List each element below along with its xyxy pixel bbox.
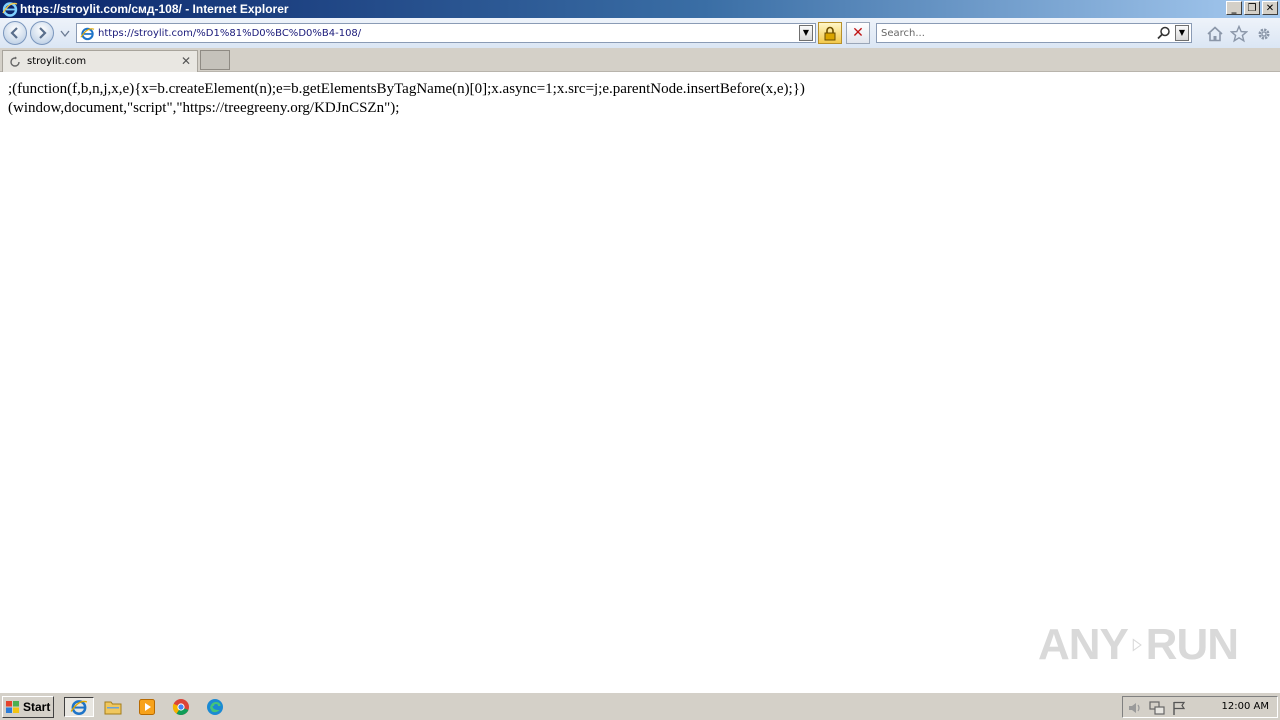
folder-icon xyxy=(104,701,122,715)
address-bar[interactable]: ▼ xyxy=(76,23,816,43)
windows-flag-icon xyxy=(6,701,19,713)
page-ie-icon xyxy=(80,27,95,41)
volume-icon[interactable] xyxy=(1127,700,1143,716)
code-line: (window,document,"script","https://treeg… xyxy=(8,100,400,116)
taskbar-media-player[interactable] xyxy=(136,697,158,717)
taskbar-explorer[interactable] xyxy=(102,697,124,717)
start-label: Start xyxy=(23,700,51,714)
search-box[interactable]: ▼ xyxy=(876,23,1192,43)
forward-arrow-icon xyxy=(39,27,47,39)
favorites-star-icon[interactable] xyxy=(1230,25,1248,43)
new-tab-button[interactable] xyxy=(200,50,230,70)
back-button[interactable] xyxy=(3,21,27,45)
close-window-button[interactable]: ✕ xyxy=(1262,1,1278,15)
internet-explorer-icon xyxy=(70,700,88,715)
address-input[interactable] xyxy=(98,25,798,41)
media-player-icon xyxy=(139,699,155,715)
action-center-flag-icon[interactable] xyxy=(1171,700,1187,716)
settings-gear-icon[interactable] xyxy=(1255,25,1273,43)
play-triangle-icon xyxy=(1132,638,1142,652)
tab-bar: stroylit.com ✕ xyxy=(0,48,1280,72)
loading-spinner-icon xyxy=(10,56,20,67)
edge-icon xyxy=(207,699,223,715)
taskbar-chrome[interactable] xyxy=(170,697,192,717)
search-input[interactable] xyxy=(881,26,1151,40)
taskbar-edge[interactable] xyxy=(204,697,226,717)
minimize-button[interactable]: _ xyxy=(1226,1,1242,15)
code-line: ;(function(f,b,n,j,x,e){x=b.createElemen… xyxy=(8,81,805,97)
chrome-icon xyxy=(172,699,189,715)
watermark-text-left: ANY xyxy=(1038,620,1129,669)
system-tray: 12:00 AM xyxy=(1122,696,1278,718)
system-clock[interactable]: 12:00 AM xyxy=(1222,701,1269,712)
network-icon[interactable] xyxy=(1149,700,1165,716)
start-button[interactable]: Start xyxy=(2,696,54,718)
watermark-text-right: RUN xyxy=(1145,620,1239,669)
restore-button[interactable]: ❐ xyxy=(1244,1,1260,15)
page-content: ;(function(f,b,n,j,x,e){x=b.createElemen… xyxy=(0,72,1280,692)
stop-button[interactable]: ✕ xyxy=(846,22,870,44)
forward-button[interactable] xyxy=(30,21,54,45)
tab-stroylit[interactable]: stroylit.com ✕ xyxy=(2,50,198,72)
tab-close-icon[interactable]: ✕ xyxy=(181,54,191,68)
search-provider-dropdown[interactable]: ▼ xyxy=(1175,25,1189,41)
internet-explorer-logo-icon xyxy=(2,2,18,17)
home-icon[interactable] xyxy=(1206,25,1224,43)
taskbar-internet-explorer[interactable] xyxy=(64,697,94,717)
page-source-text: ;(function(f,b,n,j,x,e){x=b.createElemen… xyxy=(8,80,908,118)
window-titlebar[interactable]: https://stroylit.com/смд-108/ - Internet… xyxy=(0,0,1280,18)
navigation-bar: ▼ ✕ ▼ xyxy=(0,18,1280,48)
back-arrow-icon xyxy=(10,27,18,39)
security-lock-button[interactable] xyxy=(818,22,842,44)
lock-icon xyxy=(824,26,836,40)
address-dropdown-button[interactable]: ▼ xyxy=(799,25,813,41)
anyrun-watermark: ANY RUN xyxy=(1038,610,1239,680)
window-title: https://stroylit.com/смд-108/ - Internet… xyxy=(20,2,289,16)
taskbar: Start 12:00 AM xyxy=(0,692,1280,720)
search-icon[interactable] xyxy=(1157,26,1171,40)
history-dropdown-icon[interactable] xyxy=(60,30,70,38)
tab-label: stroylit.com xyxy=(27,56,87,67)
